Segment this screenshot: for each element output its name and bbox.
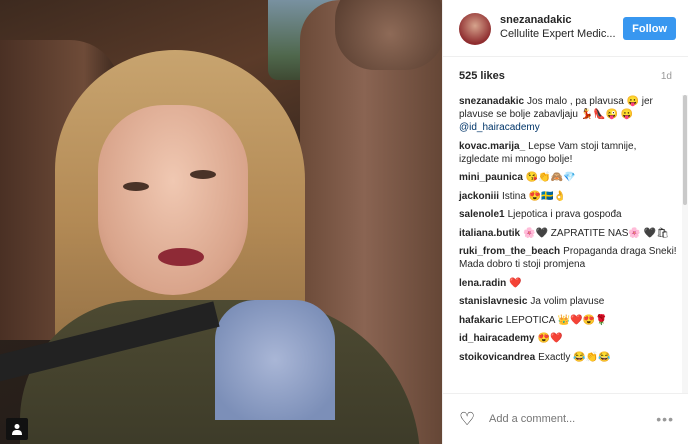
person-icon-svg (12, 424, 22, 435)
comment-text: Ja volim plavuse (530, 296, 605, 307)
post-header: snezanadakic Cellulite Expert Medic... F… (443, 0, 688, 57)
author-username[interactable]: snezanadakic (500, 13, 623, 27)
comment-username[interactable]: ruki_from_the_beach (459, 246, 560, 257)
lips (158, 248, 204, 266)
comment-text: Exactly 😂👏😂 (538, 351, 611, 363)
comment-item: mini_paunica 😘👏🙈💎 (459, 171, 678, 184)
comment-username[interactable]: salenole1 (459, 209, 505, 220)
person-icon[interactable] (6, 418, 28, 440)
follow-button[interactable]: Follow (623, 17, 676, 40)
comment-item: italiana.butik 🌸🖤 ZAPRATITE NAS🌸 🖤🛍 (459, 227, 678, 240)
comment-item: lena.radin ❤️ (459, 277, 678, 290)
comment-item: stanislavnesic Ja volim plavuse (459, 295, 678, 308)
comment-username[interactable]: italiana.butik (459, 228, 520, 239)
comment-username[interactable]: kovac.marija_ (459, 141, 525, 152)
comment-text: ❤️ (509, 277, 522, 289)
post-age[interactable]: 1d (661, 71, 672, 82)
comment-username[interactable]: stanislavnesic (459, 296, 527, 307)
heart-icon[interactable]: ♡ (459, 409, 481, 430)
comment-text: 🌸🖤 ZAPRATITE NAS🌸 🖤🛍 (523, 227, 669, 239)
comment-username[interactable]: stoikovicandrea (459, 352, 535, 363)
comment-bar: ♡ ••• (443, 393, 688, 444)
car-headrest (335, 0, 442, 70)
comments-list: snezanadakic Jos malo , pa plavusa 😛 jer … (443, 95, 688, 393)
left-eye (123, 182, 149, 191)
comment-item: snezanadakic Jos malo , pa plavusa 😛 jer … (459, 95, 678, 134)
comment-username[interactable]: hafakaric (459, 315, 503, 326)
comment-item: ruki_from_the_beach Propaganda draga Snek… (459, 245, 678, 271)
comment-username[interactable]: id_hairacademy (459, 333, 535, 344)
comment-item: stoikovicandrea Exactly 😂👏😂 (459, 351, 678, 364)
comment-item: salenole1 Ljepotica i prava gospođa (459, 208, 678, 221)
comment-item: id_hairacademy 😍❤️ (459, 332, 678, 345)
comment-text: LEPOTICA 👑❤️😍🌹 (505, 314, 608, 326)
add-comment-input[interactable] (489, 413, 657, 425)
comment-item: hafakaric LEPOTICA 👑❤️😍🌹 (459, 314, 678, 327)
comment-text: Istina 😍🇸🇪👌 (502, 190, 567, 202)
comment-mention-link[interactable]: @id_hairacademy (459, 122, 540, 133)
comment-item: kovac.marija_ Lepse Vam stoji tamnije, iz… (459, 140, 678, 166)
location-link[interactable]: Cellulite Expert Medic... (500, 27, 623, 42)
comment-text: 😘👏🙈💎 (525, 172, 576, 183)
post-meta: 525 likes 1d (443, 57, 688, 95)
scrollbar-thumb[interactable] (683, 95, 687, 205)
right-eye (190, 170, 216, 179)
likes-count[interactable]: 525 likes (459, 70, 505, 82)
shirt (215, 300, 335, 420)
post-sidebar: snezanadakic Cellulite Expert Medic... F… (442, 0, 688, 444)
comment-username[interactable]: snezanadakic (459, 96, 524, 107)
comments-scrollbar[interactable] (682, 95, 688, 393)
more-options-icon[interactable]: ••• (656, 411, 674, 427)
comment-username[interactable]: mini_paunica (459, 172, 523, 183)
post-author: snezanadakic Cellulite Expert Medic... (500, 13, 623, 42)
avatar[interactable] (459, 13, 491, 45)
post-photo[interactable] (0, 0, 442, 444)
face (98, 105, 248, 295)
comment-username[interactable]: jackoniii (459, 191, 499, 202)
comment-username[interactable]: lena.radin (459, 278, 506, 289)
comment-text: 😍❤️ (537, 333, 563, 344)
comment-text: Ljepotica i prava gospođa (507, 209, 622, 220)
comment-item: jackoniii Istina 😍🇸🇪👌 (459, 190, 678, 203)
